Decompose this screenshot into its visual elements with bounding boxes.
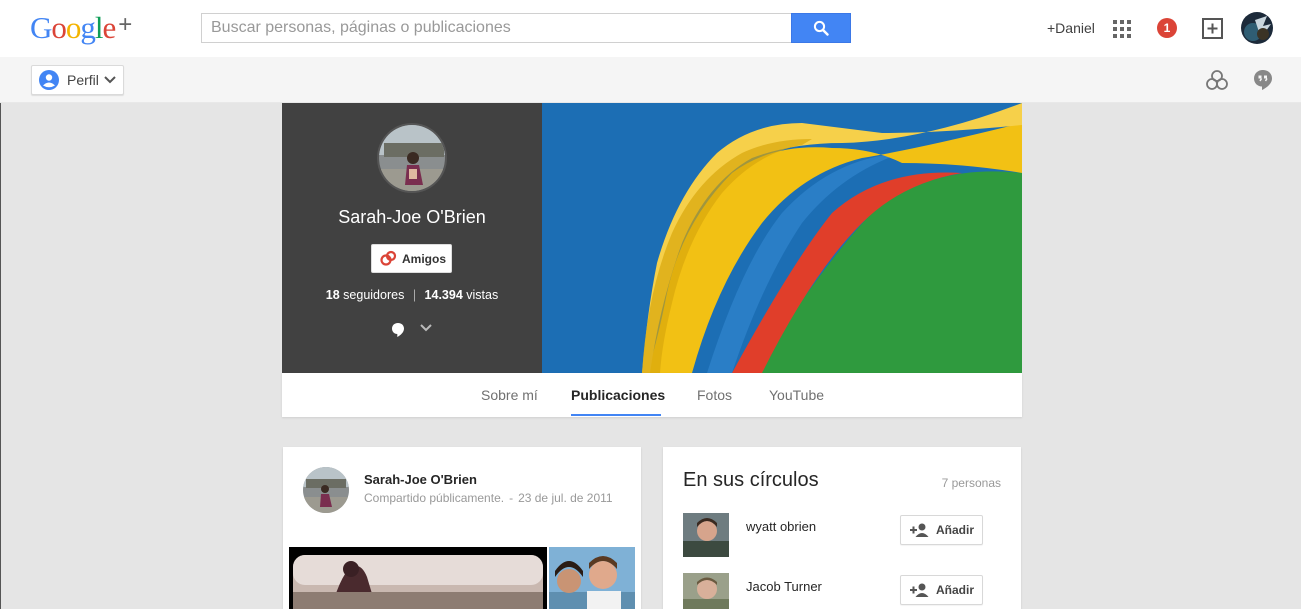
hangouts-message-icon[interactable] <box>391 322 405 338</box>
top-bar: Google+ +Daniel 1 <box>0 0 1301 57</box>
post-author-avatar[interactable] <box>303 467 349 513</box>
post-meta-separator: - <box>509 491 514 505</box>
profile-icon <box>39 70 59 90</box>
circles-count[interactable]: 7 personas <box>942 476 1001 490</box>
add-person-icon <box>910 523 929 537</box>
cover-photo <box>542 103 1022 373</box>
post-visibility[interactable]: Compartido públicamente. <box>364 491 504 505</box>
person-name[interactable]: wyatt obrien <box>746 519 816 534</box>
post-meta: Compartido públicamente. -23 de jul. de 2… <box>364 491 613 505</box>
views-label: vistas <box>466 288 499 302</box>
post-photo[interactable] <box>549 547 635 609</box>
circles-relation-icon <box>380 250 397 266</box>
person-avatar[interactable] <box>683 513 729 557</box>
tab-youtube[interactable]: YouTube <box>769 387 824 403</box>
add-to-circles-button[interactable]: Añadir <box>900 515 983 545</box>
apps-grid-icon[interactable] <box>1113 20 1131 38</box>
circle-person-row: Jacob Turner Añadir <box>683 573 1001 609</box>
secondary-bar: Perfil <box>0 57 1301 103</box>
notification-badge[interactable]: 1 <box>1157 18 1177 38</box>
circles-title: En sus círculos <box>683 469 819 491</box>
post-photo[interactable] <box>289 547 547 609</box>
stats-separator: | <box>412 288 417 302</box>
add-button-label: Añadir <box>936 583 975 597</box>
post-card: Sarah-Joe O'Brien Compartido públicament… <box>283 447 641 609</box>
person-name[interactable]: Jacob Turner <box>746 579 822 594</box>
person-avatar[interactable] <box>683 573 729 609</box>
perfil-dropdown[interactable]: Perfil <box>31 65 124 95</box>
profile-tabs: Sobre mí Publicaciones Fotos YouTube <box>282 373 1022 417</box>
circles-card: En sus círculos 7 personas wyatt obrien … <box>663 447 1021 609</box>
chevron-down-icon <box>104 76 116 84</box>
post-author-name[interactable]: Sarah-Joe O'Brien <box>364 472 477 487</box>
search-icon <box>813 20 829 36</box>
tab-sobre-mi[interactable]: Sobre mí <box>481 387 538 403</box>
hangouts-icon[interactable] <box>1253 69 1273 91</box>
google-plus-logo[interactable]: Google + <box>30 10 132 46</box>
add-to-circles-button[interactable]: Añadir <box>900 575 983 605</box>
search-input[interactable] <box>201 13 792 43</box>
profile-name: Sarah-Joe O'Brien <box>338 207 486 227</box>
circle-person-row: wyatt obrien Añadir <box>683 513 1001 557</box>
tab-fotos[interactable]: Fotos <box>697 387 732 403</box>
search-button[interactable] <box>791 13 851 43</box>
tab-publicaciones[interactable]: Publicaciones <box>571 387 665 403</box>
page-edge <box>0 103 1 609</box>
active-tab-indicator <box>571 414 661 416</box>
share-plus-icon[interactable] <box>1202 18 1223 39</box>
amigos-button[interactable]: Amigos <box>371 244 452 273</box>
profile-avatar[interactable] <box>377 123 447 193</box>
post-date[interactable]: 23 de jul. de 2011 <box>518 491 613 505</box>
plus-user-link[interactable]: +Daniel <box>1047 20 1095 36</box>
followers-label: seguidores <box>343 288 405 302</box>
add-person-icon <box>910 583 929 597</box>
profile-stats: 18 seguidores | 14.394 vistas <box>282 288 542 302</box>
amigos-label: Amigos <box>402 251 447 266</box>
views-count: 14.394 <box>424 288 463 302</box>
profile-panel: Sarah-Joe O'Brien Amigos 18 seguidores |… <box>282 103 542 373</box>
circles-icon[interactable] <box>1206 69 1228 91</box>
followers-count: 18 <box>325 288 340 302</box>
chevron-down-icon[interactable] <box>420 324 432 332</box>
add-button-label: Añadir <box>936 523 975 537</box>
perfil-label: Perfil <box>67 72 99 88</box>
account-avatar[interactable] <box>1241 12 1273 44</box>
